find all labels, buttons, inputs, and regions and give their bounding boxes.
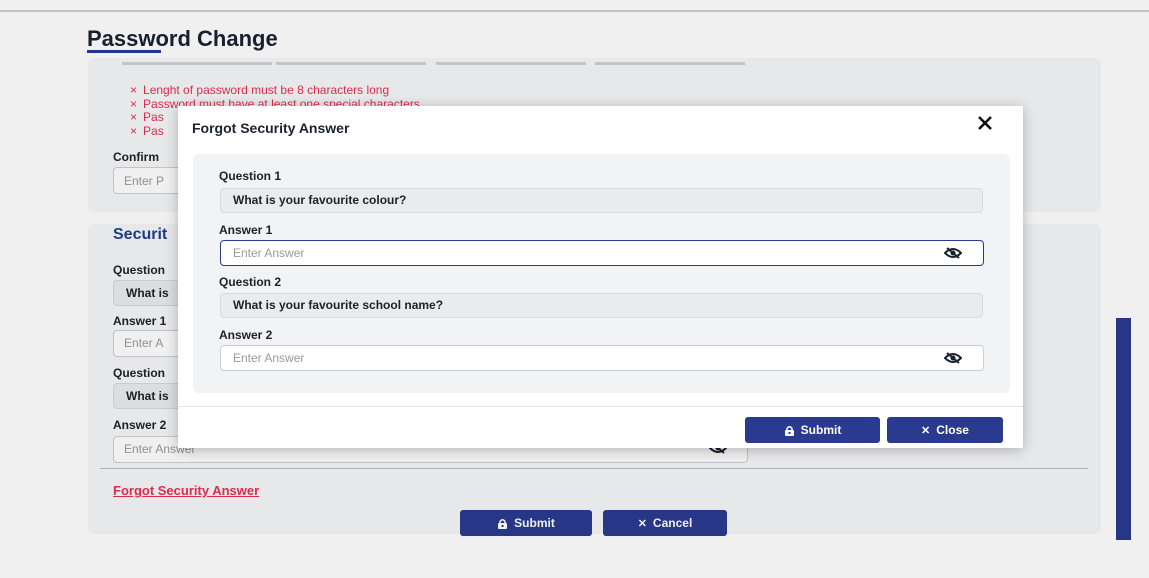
forgot-security-answer-modal: Forgot Security Answer Question 1 What i… xyxy=(178,106,1023,448)
modal-question2-label: Question 2 xyxy=(219,275,282,289)
modal-answer1-label: Answer 1 xyxy=(219,223,273,237)
modal-question1-label: Question 1 xyxy=(219,169,282,183)
modal-question1-value: What is your favourite colour? xyxy=(220,188,983,213)
modal-submit-button[interactable]: Submit xyxy=(745,417,880,443)
lock-icon xyxy=(784,425,794,436)
close-x-icon xyxy=(978,116,992,130)
modal-answer1-input[interactable] xyxy=(220,240,984,266)
modal-submit-label: Submit xyxy=(800,423,842,437)
modal-question2-value: What is your favourite school name? xyxy=(220,293,983,318)
eye-slash-icon[interactable] xyxy=(944,352,962,364)
modal-close-button[interactable]: ✕ Close xyxy=(887,417,1003,443)
eye-slash-icon[interactable] xyxy=(944,247,962,259)
modal-close-label: Close xyxy=(936,423,969,437)
close-icon: ✕ xyxy=(921,424,931,437)
modal-answer2-label: Answer 2 xyxy=(219,328,273,342)
modal-footer-divider xyxy=(178,406,1023,407)
modal-answer2-input[interactable] xyxy=(220,345,984,371)
close-icon[interactable] xyxy=(977,114,993,137)
modal-title: Forgot Security Answer xyxy=(192,120,350,136)
